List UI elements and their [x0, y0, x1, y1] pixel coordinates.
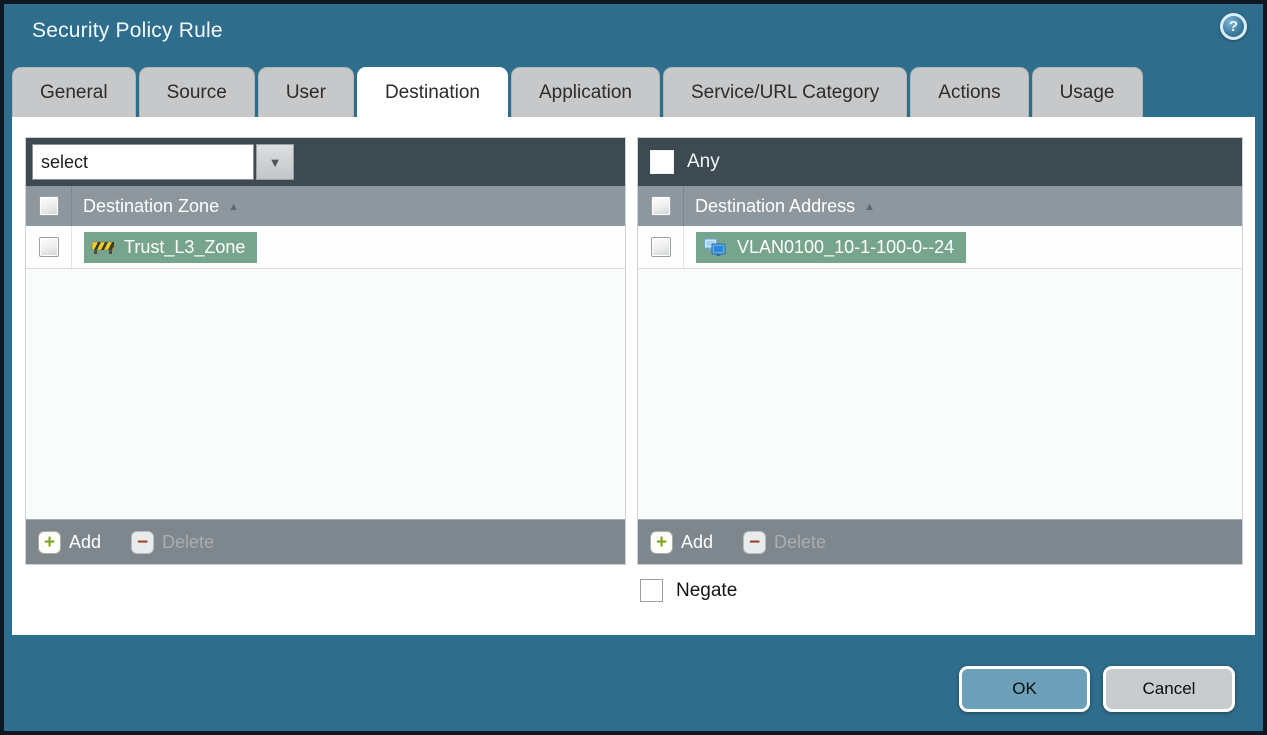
- address-table-header: Destination Address ▲: [638, 186, 1242, 226]
- address-item[interactable]: VLAN0100_10-1-100-0--24: [696, 231, 967, 263]
- zone-panel-topbar: ▼: [26, 138, 625, 186]
- zone-row-check-cell: [26, 226, 72, 268]
- destination-zone-panel: ▼ Destination Zone ▲: [25, 137, 626, 565]
- zone-barrier-icon: [91, 241, 115, 254]
- delete-icon: −: [743, 530, 767, 554]
- zone-delete-label: Delete: [162, 531, 215, 552]
- tab-usage[interactable]: Usage: [1031, 67, 1143, 117]
- dialog-title: Security Policy Rule: [32, 18, 223, 42]
- destination-tab-content: ▼ Destination Zone ▲: [12, 117, 1255, 635]
- zone-type-combobox: ▼: [32, 144, 294, 180]
- tab-actions[interactable]: Actions: [910, 67, 1029, 117]
- tab-service-url-category[interactable]: Service/URL Category: [662, 67, 908, 117]
- address-row-check-cell: [638, 226, 684, 268]
- zone-row-checkbox[interactable]: [38, 237, 59, 257]
- zone-type-dropdown-button[interactable]: ▼: [256, 144, 294, 180]
- tab-source[interactable]: Source: [138, 67, 255, 117]
- negate-checkbox[interactable]: [640, 579, 663, 602]
- tab-user[interactable]: User: [257, 67, 354, 117]
- address-select-all-checkbox[interactable]: [650, 196, 671, 216]
- zone-add-button[interactable]: + Add: [38, 530, 102, 554]
- zone-type-input[interactable]: [32, 144, 254, 180]
- zone-item[interactable]: Trust_L3_Zone: [84, 231, 258, 263]
- security-policy-rule-dialog: Security Policy Rule ? General Source Us…: [0, 0, 1267, 735]
- zone-header-check-cell: [26, 186, 72, 226]
- delete-icon: −: [131, 530, 155, 554]
- address-column-label: Destination Address: [695, 195, 856, 216]
- zone-column-header[interactable]: Destination Zone ▲: [72, 196, 239, 217]
- zone-item-label: Trust_L3_Zone: [124, 236, 246, 257]
- network-computers-icon: [704, 238, 726, 256]
- zone-add-label: Add: [69, 531, 102, 552]
- help-glyph: ?: [1228, 18, 1239, 35]
- sort-asc-icon: ▲: [228, 201, 239, 213]
- address-delete-label: Delete: [774, 531, 827, 552]
- tab-bar: General Source User Destination Applicat…: [12, 67, 1146, 117]
- address-row-checkbox[interactable]: [650, 237, 671, 257]
- add-icon: +: [38, 530, 61, 554]
- address-toolbar: + Add − Delete: [638, 519, 1242, 564]
- table-row: Trust_L3_Zone: [26, 226, 625, 269]
- address-header-check-cell: [638, 186, 684, 226]
- address-add-label: Add: [681, 531, 714, 552]
- address-add-button[interactable]: + Add: [650, 530, 714, 554]
- address-panel-topbar: Any: [638, 138, 1242, 186]
- zone-table-body: Trust_L3_Zone: [26, 226, 625, 519]
- address-table-body: VLAN0100_10-1-100-0--24: [638, 226, 1242, 519]
- title-bar: Security Policy Rule ?: [4, 4, 1263, 67]
- tab-destination[interactable]: Destination: [356, 67, 508, 117]
- ok-button[interactable]: OK: [959, 666, 1090, 712]
- any-label: Any: [687, 151, 720, 172]
- zone-select-all-checkbox[interactable]: [38, 196, 59, 216]
- help-icon[interactable]: ?: [1220, 13, 1247, 40]
- table-row: VLAN0100_10-1-100-0--24: [638, 226, 1242, 269]
- address-item-label: VLAN0100_10-1-100-0--24: [737, 236, 955, 257]
- address-delete-button[interactable]: − Delete: [743, 530, 827, 554]
- zone-table-header: Destination Zone ▲: [26, 186, 625, 226]
- chevron-down-icon: ▼: [268, 154, 282, 170]
- negate-toggle[interactable]: Negate: [640, 579, 737, 602]
- tab-general[interactable]: General: [12, 67, 136, 117]
- address-column-header[interactable]: Destination Address ▲: [684, 196, 875, 217]
- destination-address-panel: Any Destination Address ▲ VLAN0100_10-1-…: [637, 137, 1243, 565]
- sort-asc-icon: ▲: [864, 201, 875, 213]
- negate-label: Negate: [676, 579, 738, 601]
- any-toggle[interactable]: Any: [644, 150, 720, 174]
- zone-toolbar: + Add − Delete: [26, 519, 625, 564]
- zone-delete-button[interactable]: − Delete: [131, 530, 215, 554]
- add-icon: +: [650, 530, 673, 554]
- tab-application[interactable]: Application: [511, 67, 660, 117]
- cancel-button[interactable]: Cancel: [1103, 666, 1235, 712]
- any-checkbox[interactable]: [650, 150, 674, 174]
- zone-column-label: Destination Zone: [83, 195, 220, 216]
